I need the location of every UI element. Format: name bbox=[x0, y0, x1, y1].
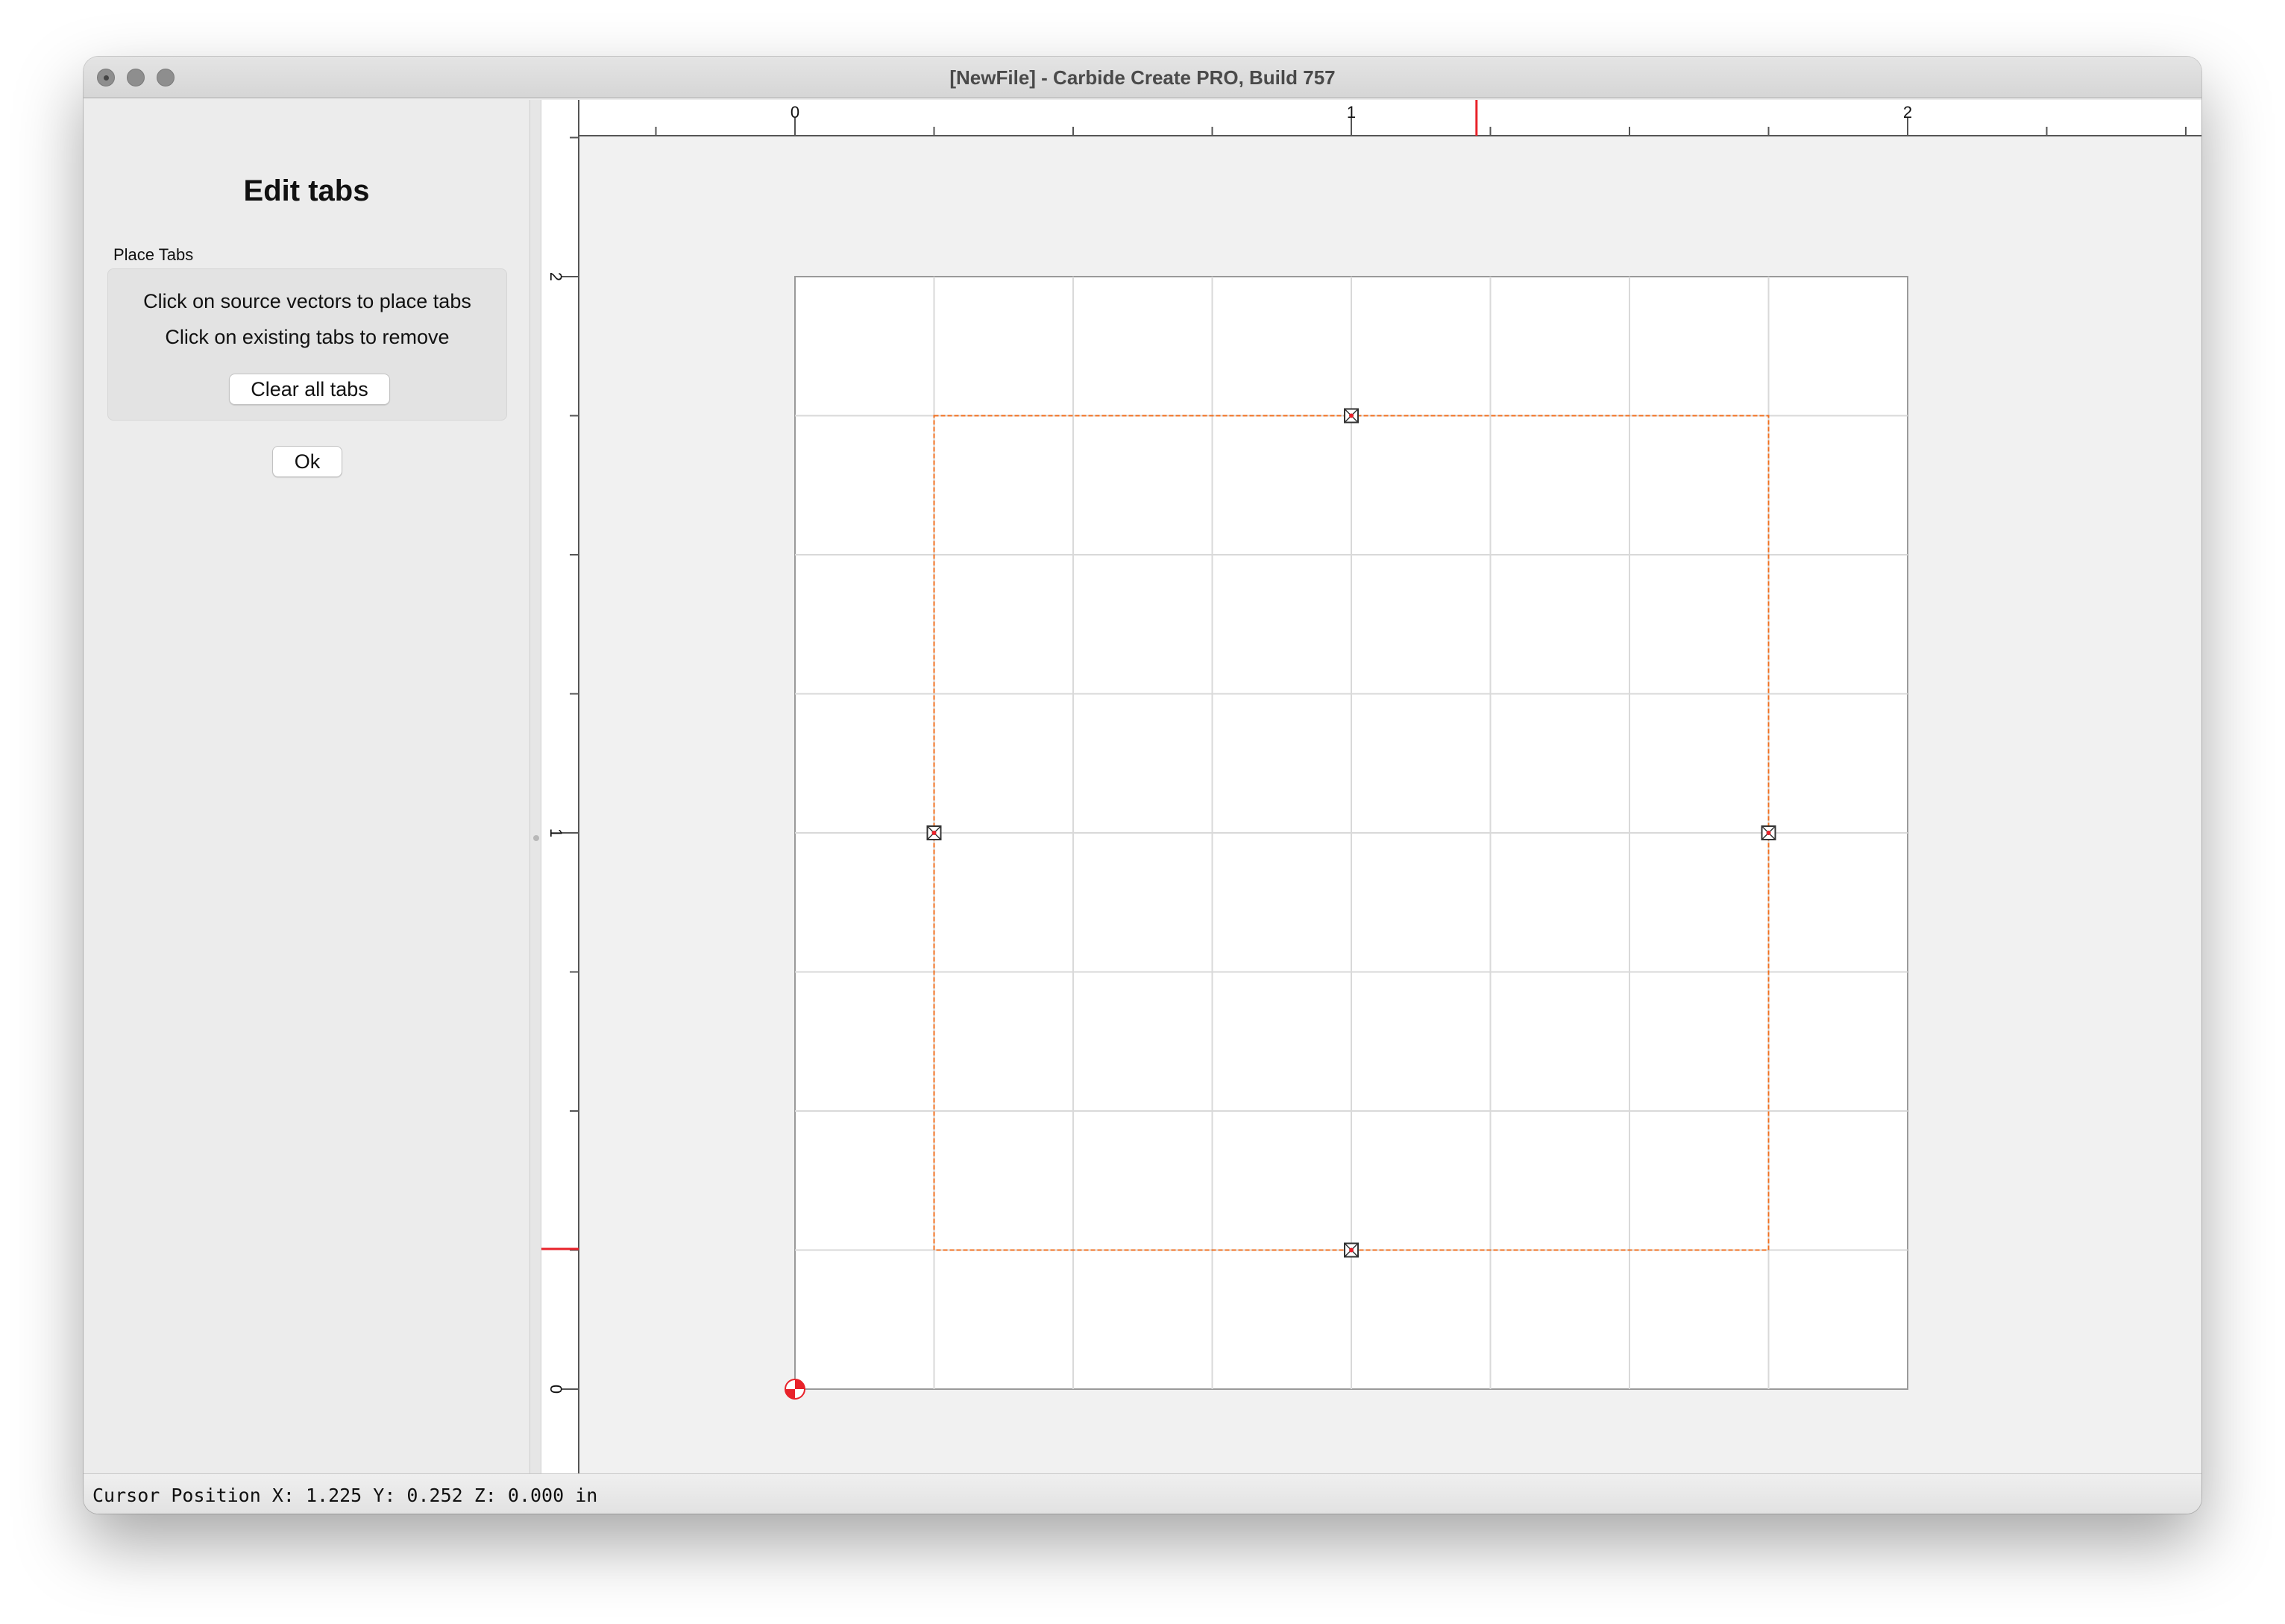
ruler-label-y-1: 1 bbox=[547, 828, 565, 837]
tab-marker-icon bbox=[926, 825, 942, 840]
origin-quadrant bbox=[785, 1389, 795, 1399]
window-title: [NewFile] - Carbide Create PRO, Build 75… bbox=[949, 66, 1336, 89]
place-tabs-hint: Click on source vectors to place tabs bbox=[143, 290, 471, 312]
ruler-label-y-2: 2 bbox=[547, 272, 565, 281]
place-tabs-group-label: Place Tabs bbox=[113, 245, 194, 264]
clear-all-tabs-button[interactable]: Clear all tabs bbox=[229, 374, 390, 405]
app-window: [NewFile] - Carbide Create PRO, Build 75… bbox=[84, 57, 2201, 1514]
canvas-svg[interactable]: 0 1 2 2 1 0 bbox=[541, 100, 2201, 1473]
tab-marker-icon bbox=[1344, 408, 1359, 424]
ruler-corner bbox=[541, 100, 579, 136]
panel-splitter[interactable] bbox=[529, 100, 541, 1473]
ruler-label-y-0: 0 bbox=[547, 1385, 565, 1394]
place-tabs-group: Click on source vectors to place tabs Cl… bbox=[107, 268, 507, 421]
ruler-label-x-2: 2 bbox=[1903, 103, 1912, 122]
tab-center bbox=[931, 831, 937, 835]
tab-center bbox=[1349, 1247, 1354, 1253]
ok-button[interactable]: Ok bbox=[272, 446, 342, 477]
ruler-label-x-0: 0 bbox=[791, 103, 799, 122]
status-bar: Cursor Position X: 1.225 Y: 0.252 Z: 0.0… bbox=[84, 1473, 2201, 1514]
panel-title: Edit tabs bbox=[243, 174, 370, 207]
title-bar[interactable]: [NewFile] - Carbide Create PRO, Build 75… bbox=[84, 57, 2201, 98]
vertical-ruler[interactable] bbox=[541, 136, 579, 1473]
remove-tabs-hint: Click on existing tabs to remove bbox=[165, 326, 450, 348]
ruler-label-x-1: 1 bbox=[1347, 103, 1356, 122]
design-canvas[interactable]: 0 1 2 2 1 0 bbox=[541, 100, 2201, 1473]
tab-center bbox=[1766, 831, 1771, 835]
tab-center bbox=[1349, 413, 1354, 418]
origin-marker-icon bbox=[785, 1379, 805, 1400]
edit-tabs-panel: Edit tabs Place Tabs Click on source vec… bbox=[84, 100, 529, 1473]
cursor-position-readout: Cursor Position X: 1.225 Y: 0.252 Z: 0.0… bbox=[92, 1485, 598, 1506]
tab-marker-icon bbox=[1344, 1242, 1359, 1258]
tab-marker-icon bbox=[1761, 825, 1776, 840]
splitter-grip-icon bbox=[533, 835, 539, 841]
